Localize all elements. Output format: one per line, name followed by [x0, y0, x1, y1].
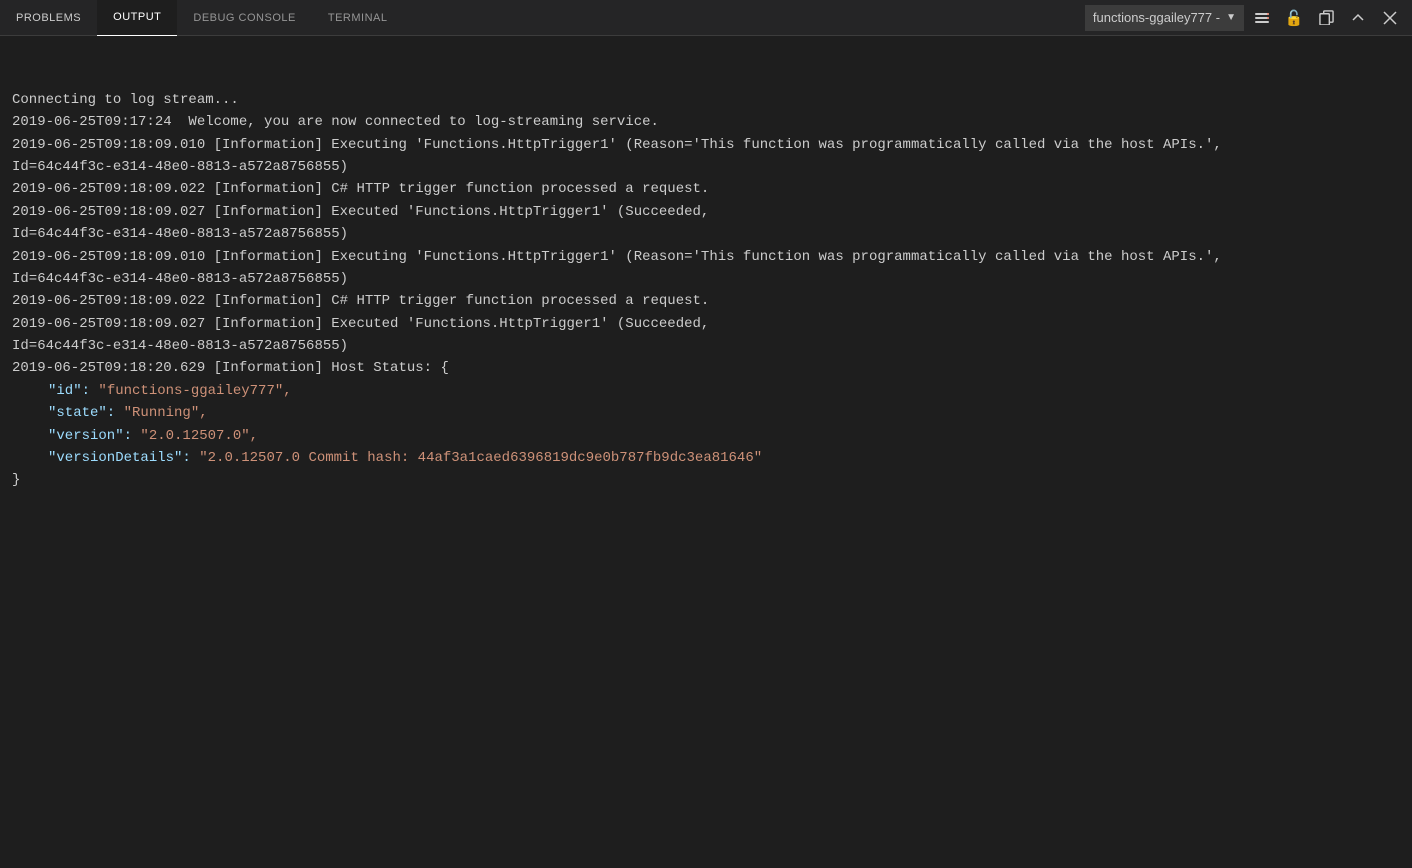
- log-line: 2019-06-25T09:17:24 Welcome, you are now…: [12, 111, 1400, 133]
- copy-icon-button[interactable]: [1312, 4, 1340, 32]
- tab-terminal[interactable]: TERMINAL: [312, 0, 404, 36]
- log-line: 2019-06-25T09:18:20.629 [Information] Ho…: [12, 357, 1400, 379]
- log-line: "version": "2.0.12507.0",: [12, 425, 1400, 447]
- panel: PROBLEMS OUTPUT DEBUG CONSOLE TERMINAL f…: [0, 0, 1412, 868]
- output-source-dropdown[interactable]: functions-ggailey777 - ▼: [1085, 5, 1244, 31]
- chevron-down-icon: ▼: [1226, 12, 1236, 23]
- json-key: "state":: [48, 405, 124, 421]
- log-line: Id=64c44f3c-e314-48e0-8813-a572a8756855): [12, 268, 1400, 290]
- json-value: "2.0.12507.0 Commit hash: 44af3a1caed639…: [199, 450, 762, 466]
- json-key: "id":: [48, 383, 98, 399]
- close-icon: [1383, 11, 1397, 25]
- output-content[interactable]: Connecting to log stream...2019-06-25T09…: [0, 36, 1412, 868]
- log-line: 2019-06-25T09:18:09.010 [Information] Ex…: [12, 134, 1400, 156]
- log-line: 2019-06-25T09:18:09.022 [Information] C#…: [12, 178, 1400, 200]
- log-line: Id=64c44f3c-e314-48e0-8813-a572a8756855): [12, 156, 1400, 178]
- tab-debug-console[interactable]: DEBUG CONSOLE: [177, 0, 311, 36]
- log-line: Id=64c44f3c-e314-48e0-8813-a572a8756855): [12, 335, 1400, 357]
- log-line: 2019-06-25T09:18:09.027 [Information] Ex…: [12, 313, 1400, 335]
- dropdown-label: functions-ggailey777 -: [1093, 10, 1220, 25]
- tab-problems[interactable]: PROBLEMS: [0, 0, 97, 36]
- lock-icon-button[interactable]: 🔓: [1280, 4, 1308, 32]
- chevron-up-button[interactable]: [1344, 4, 1372, 32]
- log-line: }: [12, 469, 1400, 491]
- json-value: "Running",: [124, 405, 208, 421]
- tab-bar-left: PROBLEMS OUTPUT DEBUG CONSOLE TERMINAL: [0, 0, 1085, 36]
- log-line: 2019-06-25T09:18:09.027 [Information] Ex…: [12, 201, 1400, 223]
- log-line: "state": "Running",: [12, 402, 1400, 424]
- log-line: 2019-06-25T09:18:09.022 [Information] C#…: [12, 290, 1400, 312]
- json-value: "functions-ggailey777",: [98, 383, 291, 399]
- list-icon: [1254, 10, 1270, 26]
- list-icon-button[interactable]: [1248, 4, 1276, 32]
- json-key: "versionDetails":: [48, 450, 199, 466]
- json-key: "version":: [48, 428, 140, 444]
- close-button[interactable]: [1376, 4, 1404, 32]
- json-value: "2.0.12507.0",: [140, 428, 258, 444]
- log-line: "versionDetails": "2.0.12507.0 Commit ha…: [12, 447, 1400, 469]
- log-line: Id=64c44f3c-e314-48e0-8813-a572a8756855): [12, 223, 1400, 245]
- log-line: 2019-06-25T09:18:09.010 [Information] Ex…: [12, 246, 1400, 268]
- tab-bar: PROBLEMS OUTPUT DEBUG CONSOLE TERMINAL f…: [0, 0, 1412, 36]
- lock-icon: 🔓: [1285, 9, 1304, 27]
- tab-bar-right: functions-ggailey777 - ▼ 🔓: [1085, 4, 1412, 32]
- chevron-up-icon: [1350, 10, 1366, 26]
- copy-icon: [1319, 10, 1334, 25]
- log-line: "id": "functions-ggailey777",: [12, 380, 1400, 402]
- log-line: Connecting to log stream...: [12, 89, 1400, 111]
- tab-output[interactable]: OUTPUT: [97, 0, 177, 36]
